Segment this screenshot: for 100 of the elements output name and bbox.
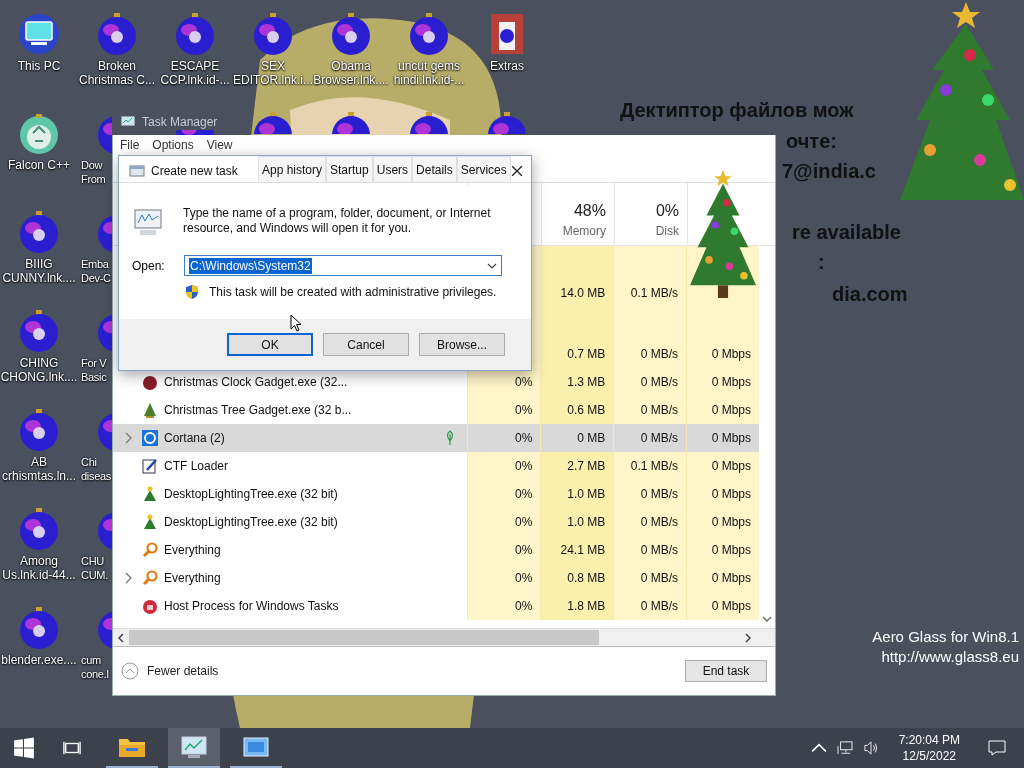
wallpaper-text: очте: [786,130,837,153]
menu-item[interactable]: Options [152,138,194,152]
notifications-icon[interactable] [988,740,1006,756]
network-icon[interactable] [836,741,853,755]
disk-cell: 0.1 MB/s [613,279,687,307]
tab[interactable]: Services [456,156,511,182]
ornament-icon[interactable] [17,507,61,551]
disk-cell: 0 MB/s [613,396,687,424]
process-name: Christmas Tree Gadget.exe (32 b... [164,403,352,417]
memory-cell: 1.3 MB [540,368,614,396]
disk-cell: 0.1 MB/s [613,452,687,480]
icon-label: Broken Christmas C... [79,59,155,87]
dialog-button[interactable]: OK [227,333,313,356]
tab[interactable]: Users [372,156,413,182]
icon-label: cum cone.l [80,653,109,681]
cpu-cell: 0% [467,480,541,508]
network-cell: 0 Mbps [686,368,759,396]
dialog-title: Create new task [151,164,238,178]
window-title: Task Manager [142,114,218,129]
wallpaper-text: 7@india.c [782,160,876,183]
ornament-icon[interactable] [17,408,61,452]
window-icon [129,163,145,179]
dropdown-caret-icon[interactable] [487,262,497,269]
icon-label: Emba Dev-C [80,257,111,285]
wallpaper-text: : [818,251,825,274]
wallpaper-text: dia.com [832,283,908,306]
tree-icon [142,402,158,418]
magnifier-icon [142,570,158,586]
network-cell: 0 Mbps [686,480,759,508]
expand-chevron-icon[interactable] [124,572,132,584]
icon-label: This PC [17,59,61,73]
disk-cell: 0 MB/s [613,592,687,620]
computer-icon[interactable] [17,12,61,56]
memory-cell: 0.7 MB [540,340,614,368]
tab[interactable]: Details [412,156,457,182]
fewer-details-button[interactable]: Fewer details [121,662,219,680]
dialog-button[interactable]: Cancel [323,333,409,356]
notepad-pen-icon [142,458,158,474]
process-name: Cortana (2) [164,431,225,445]
tab[interactable]: Startup [326,156,373,182]
wallpaper-text: re available [792,221,901,244]
expand-chevron-icon[interactable] [124,432,132,444]
cpu-cell: 0% [467,592,541,620]
icon-label: Chi diseas [80,455,111,483]
menu-item[interactable]: File [120,138,140,152]
star-tree-icon [142,514,158,530]
scroll-down-icon[interactable] [762,616,772,622]
disk-cell: 0 MB/s [613,508,687,536]
open-combobox[interactable]: C:\Windows\System32 [184,255,502,276]
scrollbar-thumb[interactable] [129,630,599,645]
clock-gadget-icon [142,374,158,390]
icon-label: Extras [490,59,524,73]
tab[interactable]: App history [258,156,327,182]
column-header[interactable]: Disk [655,224,679,238]
cpu-cell: 0% [467,536,541,564]
process-name: Everything [164,571,221,585]
end-task-button[interactable]: End task [685,660,767,682]
cpu-cell: 0% [467,396,541,424]
ornament-icon[interactable] [251,12,295,56]
memory-cell: 0.6 MB [540,396,614,424]
icon-label: For V Basic [80,356,107,384]
disk-cell: 0 MB/s [613,536,687,564]
process-name: Christmas Clock Gadget.exe (32... [164,375,348,389]
clock[interactable]: 7:20:04 PM 12/5/2022 [888,732,970,764]
disk-cell: 0 MB/s [613,340,687,368]
ornament-icon[interactable] [17,210,61,254]
shield-icon [184,284,200,300]
process-name: Host Process for Windows Tasks [164,599,339,613]
windows-logo-icon [13,737,35,759]
process-name: Everything [164,543,221,557]
icon-label: blender.exe.... [1,653,77,667]
memory-usage: 48% [573,202,606,220]
chevron-up-icon[interactable] [810,741,827,755]
ornament-icon[interactable] [407,12,451,56]
dialog-message: Type the name of a program, folder, document, or Internet resource, and Windows will open it for you. [183,206,492,236]
star-tree-icon [142,486,158,502]
horizontal-scrollbar[interactable] [113,628,775,646]
memory-cell: 1.0 MB [540,480,614,508]
task-manager-button[interactable] [168,728,220,768]
column-header[interactable]: Memory [562,224,606,238]
cpu-cell: 0% [467,452,541,480]
scroll-left-icon[interactable] [118,632,124,643]
icon-label: Among Us.lnk.id-44... [2,554,76,582]
network-cell: 0 Mbps [686,396,759,424]
ornament-icon[interactable] [17,606,61,650]
network-cell: 0 Mbps [686,564,759,592]
recycle-bin-icon[interactable] [17,111,61,155]
computer-chart-icon [132,206,164,238]
magnifier-icon [142,542,158,558]
scroll-right-icon[interactable] [745,632,751,643]
ornament-icon[interactable] [329,12,373,56]
window-icon [242,735,270,759]
menu-item[interactable]: View [206,138,233,152]
volume-icon[interactable] [862,741,879,755]
cpu-cell: 0% [467,564,541,592]
ornament-icon[interactable] [17,309,61,353]
open-label: Open: [132,258,166,273]
ornament-icon[interactable] [95,12,139,56]
ornament-icon[interactable] [173,12,217,56]
disk-cell: 0 MB/s [613,564,687,592]
